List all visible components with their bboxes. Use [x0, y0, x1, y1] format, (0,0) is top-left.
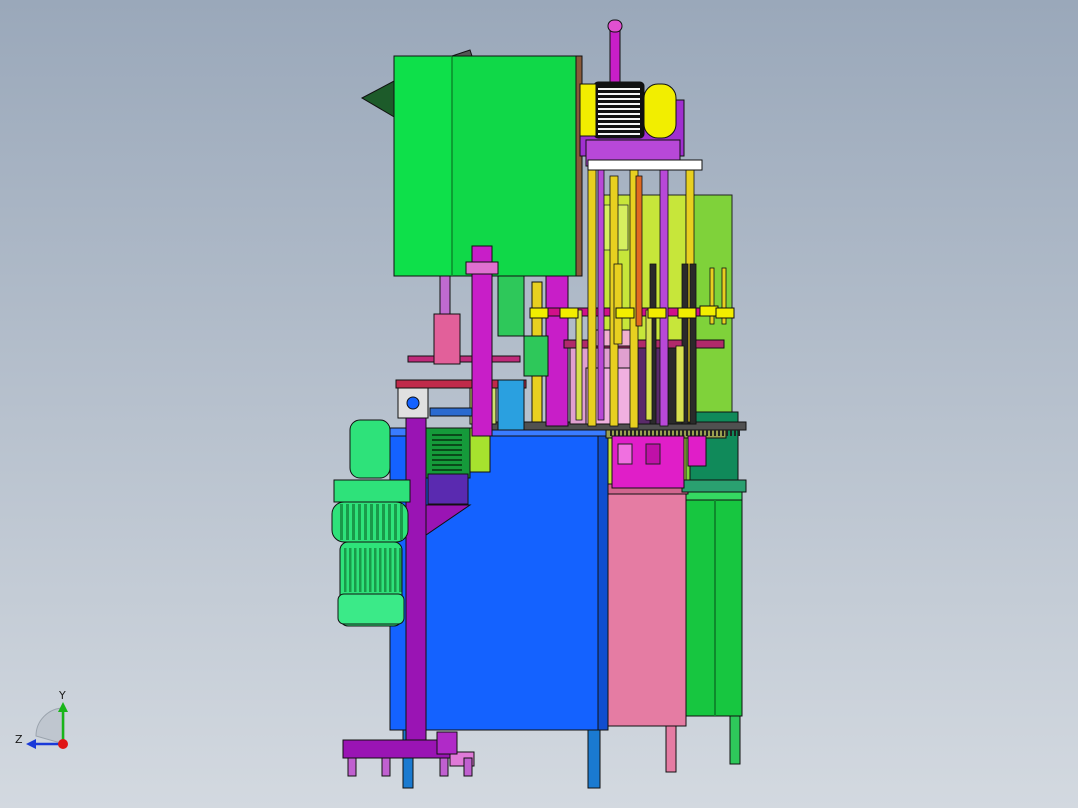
gear-tooth — [714, 430, 716, 436]
rod — [613, 263, 623, 345]
motor-fin — [344, 548, 347, 592]
gear-tooth — [702, 430, 704, 436]
top-motor-fin — [598, 103, 640, 105]
rod — [689, 263, 697, 425]
gear-tooth — [666, 430, 668, 436]
motor-fin — [364, 504, 367, 540]
rod — [587, 165, 597, 427]
rod-collar — [559, 307, 579, 319]
gear-tooth — [698, 430, 700, 436]
triad-z-label: Z — [15, 733, 23, 746]
top-motor-fin — [598, 98, 640, 100]
motor-fin — [382, 504, 385, 540]
machine-model: Y Z — [15, 19, 747, 789]
motor-fin — [346, 504, 349, 540]
motor-fin — [349, 548, 352, 592]
rod-collar — [647, 307, 667, 319]
motor-fin — [399, 548, 402, 592]
motor-fin — [389, 548, 392, 592]
motor-fin — [340, 504, 343, 540]
motor-fin — [359, 548, 362, 592]
motor-fin — [379, 548, 382, 592]
gear-tooth — [670, 430, 672, 436]
gear-tooth — [678, 430, 680, 436]
motor-fin — [364, 548, 367, 592]
motor-fin — [369, 548, 372, 592]
gear-tooth — [622, 430, 624, 436]
gear-tooth — [738, 430, 740, 436]
gear-tooth — [626, 430, 628, 436]
motor-fin — [358, 504, 361, 540]
gear-tooth — [710, 430, 712, 436]
motor-fin — [354, 548, 357, 592]
rod — [597, 169, 605, 421]
motor-fin — [394, 548, 397, 592]
top-motor-fin — [598, 113, 640, 115]
gearbox-tooth — [432, 469, 462, 471]
gear-tooth — [658, 430, 660, 436]
top-motor-fin — [598, 108, 640, 110]
top-motor-fin — [598, 123, 640, 125]
rod — [675, 345, 685, 423]
rod-collar — [699, 305, 719, 317]
top-motor-fin — [598, 128, 640, 130]
gear-tooth — [722, 430, 724, 436]
gear-tooth — [690, 430, 692, 436]
gearbox-tooth — [432, 439, 462, 441]
gear-tooth — [734, 430, 736, 436]
gear-tooth — [686, 430, 688, 436]
motor-fin — [384, 548, 387, 592]
gear-tooth — [706, 430, 708, 436]
gear-tooth — [730, 430, 732, 436]
green-cabinet — [685, 489, 743, 717]
gear-tooth — [630, 430, 632, 436]
cad-viewport[interactable]: Y Z — [0, 0, 1078, 808]
gear-tooth — [614, 430, 616, 436]
top-motor-fin — [598, 93, 640, 95]
gearbox-tooth — [432, 459, 462, 461]
gear-tooth — [618, 430, 620, 436]
rod-collar — [615, 307, 635, 319]
rod — [575, 309, 583, 421]
gear-tooth — [638, 430, 640, 436]
gear-tooth — [674, 430, 676, 436]
coordinate-triad-icon: Y Z — [15, 689, 68, 749]
gearbox-tooth — [432, 449, 462, 451]
gearbox-tooth — [432, 464, 462, 466]
rod-collar — [677, 307, 697, 319]
rod-collar — [715, 307, 735, 319]
triad-y-label: Y — [58, 689, 66, 702]
gear-tooth — [662, 430, 664, 436]
motor-fin — [388, 504, 391, 540]
motor-fin — [394, 504, 397, 540]
rod — [659, 165, 669, 427]
rod — [635, 175, 643, 327]
gear-tooth — [650, 430, 652, 436]
gear-tooth — [718, 430, 720, 436]
top-motor-fin — [598, 118, 640, 120]
gear-tooth — [654, 430, 656, 436]
top-motor-fin — [598, 88, 640, 90]
motor-fin — [370, 504, 373, 540]
rod-collar — [529, 307, 549, 319]
motor-fin — [376, 504, 379, 540]
pink-cabinet — [605, 483, 689, 727]
gear-tooth — [642, 430, 644, 436]
top-motor-fin — [598, 133, 640, 135]
motor-fin — [400, 504, 403, 540]
gear-tooth — [634, 430, 636, 436]
rod — [645, 309, 653, 421]
gearbox-tooth — [432, 454, 462, 456]
gearbox-tooth — [432, 444, 462, 446]
gearbox-tooth — [432, 434, 462, 436]
gear-tooth — [694, 430, 696, 436]
gear-tooth — [646, 430, 648, 436]
top-motor-assembly — [579, 19, 703, 171]
motor-fin — [352, 504, 355, 540]
motor-fin — [374, 548, 377, 592]
gear-tooth — [682, 430, 684, 436]
gear-tooth — [610, 430, 612, 436]
gear-tooth — [726, 430, 728, 436]
